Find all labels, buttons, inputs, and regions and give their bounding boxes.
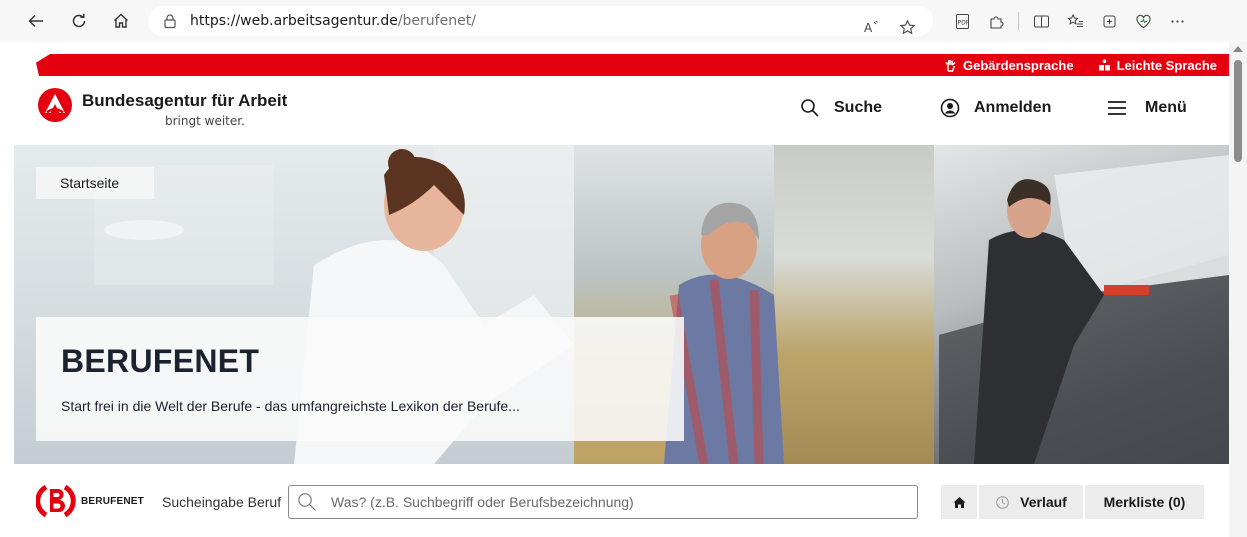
- accessibility-bar: Gebärdensprache Leichte Sprache: [36, 54, 1229, 76]
- watchlist-button[interactable]: Merkliste (0): [1085, 485, 1204, 519]
- brand-title[interactable]: Bundesagentur für Arbeit: [82, 91, 287, 111]
- header-search-button[interactable]: Suche: [800, 98, 882, 118]
- menu-button[interactable]: Menü: [1107, 98, 1187, 118]
- address-bar[interactable]: https://web.arbeitsagentur.de/berufenet/…: [148, 6, 933, 36]
- page-scrollbar[interactable]: [1229, 42, 1247, 537]
- svg-text:PDF: PDF: [957, 19, 969, 26]
- job-search-field[interactable]: [288, 485, 918, 519]
- user-icon: [940, 98, 960, 118]
- reload-icon[interactable]: [63, 5, 95, 37]
- page-description: Start frei in die Welt der Berufe - das …: [61, 398, 520, 414]
- sign-language-icon: [945, 59, 956, 72]
- ba-logo[interactable]: [38, 88, 72, 122]
- search-icon: [298, 493, 316, 511]
- scroll-up-arrow-icon[interactable]: [1233, 46, 1243, 52]
- scrollbar-thumb[interactable]: [1234, 60, 1242, 162]
- page-viewport: Gebärdensprache Leichte Sprache Bundesag…: [14, 42, 1229, 537]
- read-aloud-icon[interactable]: A: [855, 11, 887, 43]
- berufenet-logo[interactable]: [36, 483, 76, 519]
- hero-banner: Startseite BERUFENET Start frei in die W…: [14, 145, 1229, 464]
- split-screen-icon[interactable]: [1025, 5, 1057, 37]
- browser-toolbar: https://web.arbeitsagentur.de/berufenet/…: [0, 0, 1247, 42]
- performance-icon[interactable]: [1127, 5, 1159, 37]
- lock-icon[interactable]: [162, 13, 178, 29]
- toolbar-separator: [1018, 12, 1019, 30]
- sign-language-link[interactable]: Gebärdensprache: [944, 58, 1074, 73]
- hamburger-menu-icon: [1108, 101, 1126, 115]
- easy-language-link[interactable]: Leichte Sprache: [1098, 58, 1217, 73]
- pdf-icon[interactable]: PDF: [946, 5, 978, 37]
- brand-slogan: bringt weiter.: [165, 114, 245, 128]
- easy-language-icon: [1098, 59, 1110, 70]
- site-header: Bundesagentur für Arbeit bringt weiter. …: [14, 76, 1229, 145]
- home-icon[interactable]: [105, 5, 137, 37]
- back-icon[interactable]: [20, 5, 52, 37]
- favorites-list-icon[interactable]: [1059, 5, 1091, 37]
- search-icon: [801, 99, 819, 117]
- login-button[interactable]: Anmelden: [940, 98, 1051, 118]
- search-field-label: Sucheingabe Beruf: [162, 494, 282, 510]
- home-button[interactable]: [941, 485, 977, 519]
- history-icon: [996, 495, 1009, 509]
- berufenet-search-bar: BERUFENET Sucheingabe Beruf Verlauf Merk…: [14, 464, 1229, 537]
- berufenet-logo-label: BERUFENET: [81, 496, 144, 507]
- home-icon: [953, 496, 965, 508]
- job-search-input[interactable]: [331, 494, 891, 510]
- collections-icon[interactable]: [1093, 5, 1125, 37]
- hero-card: BERUFENET Start frei in die Welt der Ber…: [36, 317, 684, 441]
- extensions-icon[interactable]: [980, 5, 1012, 37]
- more-options-icon[interactable]: [1161, 5, 1193, 37]
- address-url: https://web.arbeitsagentur.de/berufenet/: [190, 13, 476, 29]
- favorite-star-icon[interactable]: [891, 11, 923, 43]
- svg-text:A: A: [864, 21, 873, 35]
- history-button[interactable]: Verlauf: [979, 485, 1083, 519]
- page-title: BERUFENET: [61, 343, 260, 379]
- breadcrumb-home[interactable]: Startseite: [36, 167, 154, 199]
